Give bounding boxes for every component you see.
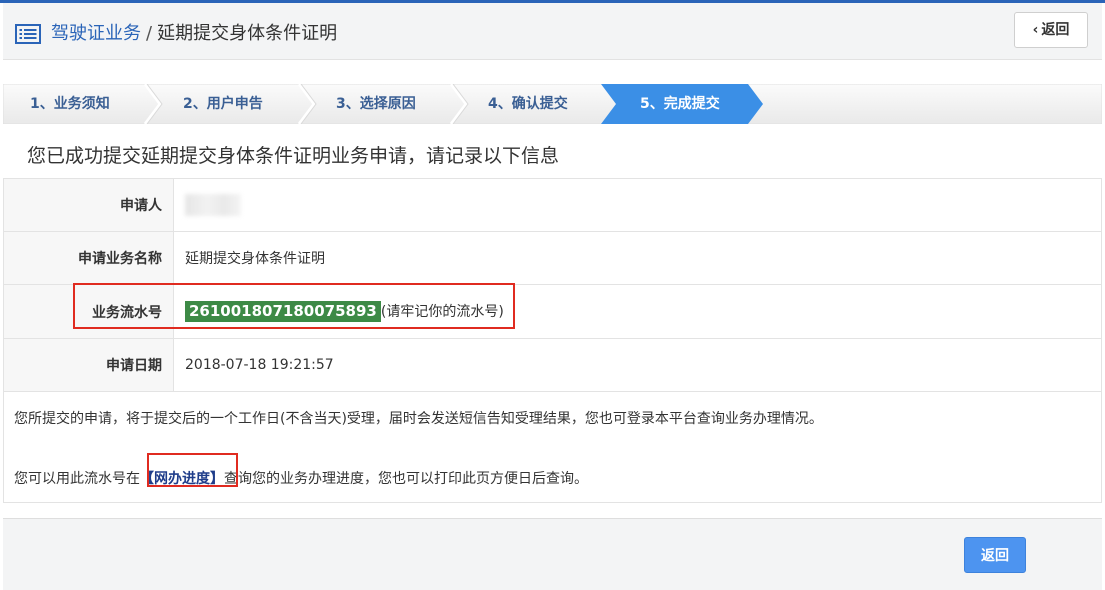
header-back-button[interactable]: ‹ 返回 <box>1014 12 1088 48</box>
success-notice: 您已成功提交延期提交身体条件证明业务申请，请记录以下信息 <box>27 145 560 167</box>
serial-number-cell: 261001807180075893 (请牢记你的流水号) <box>173 284 1102 339</box>
application-date-label: 申请日期 <box>3 338 174 392</box>
note-line-2-suffix: 查询您的业务办理进度，您也可以打印此页方便日后查询。 <box>224 471 588 487</box>
table-row: 您所提交的申请，将于提交后的一个工作日(不含当天)受理，届时会发送短信告知受理结… <box>3 391 1102 503</box>
serial-number-value: 261001807180075893 <box>185 301 381 322</box>
page-header: 驾驶证业务 / 延期提交身体条件证明 ‹ 返回 <box>3 3 1102 60</box>
table-row: 业务流水号 261001807180075893 (请牢记你的流水号) <box>3 284 1102 339</box>
breadcrumb-separator: / <box>146 23 153 44</box>
step-1-business-notice: 1、业务须知 <box>30 96 110 112</box>
redacted-name <box>185 194 241 216</box>
application-date-value: 2018-07-18 19:21:57 <box>173 338 1102 392</box>
note-line-2: 您可以用此流水号在【网办进度】查询您的业务办理进度，您也可以打印此页方便日后查询… <box>14 469 1091 489</box>
step-2-user-declaration: 2、用户申告 <box>183 96 263 112</box>
business-name-value: 延期提交身体条件证明 <box>173 231 1102 285</box>
serial-number-label: 业务流水号 <box>3 284 174 339</box>
chevron-left-icon: ‹ <box>1032 22 1039 38</box>
instructions-note: 您所提交的申请，将于提交后的一个工作日(不含当天)受理，届时会发送短信告知受理结… <box>3 391 1102 503</box>
breadcrumb-current: 延期提交身体条件证明 <box>157 23 338 44</box>
applicant-value <box>173 178 1102 232</box>
online-progress-link[interactable]: 【网办进度】 <box>140 471 224 487</box>
list-icon <box>15 24 41 44</box>
header-back-label: 返回 <box>1041 22 1070 38</box>
step-5-complete-submit: 5、完成提交 <box>640 96 720 112</box>
note-line-1: 您所提交的申请，将于提交后的一个工作日(不含当天)受理，届时会发送短信告知受理结… <box>14 411 823 427</box>
step-4-confirm-submit: 4、确认提交 <box>488 96 568 112</box>
table-row: 申请日期 2018-07-18 19:21:57 <box>3 338 1102 392</box>
note-line-2-prefix: 您可以用此流水号在 <box>14 471 140 487</box>
applicant-label: 申请人 <box>3 178 174 232</box>
application-info-table: 申请人 申请业务名称 延期提交身体条件证明 业务流水号 261001807180… <box>3 178 1102 503</box>
breadcrumb: 驾驶证业务 / 延期提交身体条件证明 <box>51 22 337 46</box>
serial-number-hint: (请牢记你的流水号) <box>380 304 504 320</box>
footer-back-button[interactable]: 返回 <box>964 537 1026 573</box>
step-progress-bar: 1、业务须知 2、用户申告 3、选择原因 4、确认提交 5、完成提交 <box>3 84 1102 124</box>
page-footer: 返回 <box>3 518 1102 590</box>
table-row: 申请业务名称 延期提交身体条件证明 <box>3 231 1102 285</box>
business-name-label: 申请业务名称 <box>3 231 174 285</box>
step-3-select-reason: 3、选择原因 <box>336 96 416 112</box>
table-row: 申请人 <box>3 178 1102 232</box>
breadcrumb-root-link[interactable]: 驾驶证业务 <box>51 23 141 44</box>
